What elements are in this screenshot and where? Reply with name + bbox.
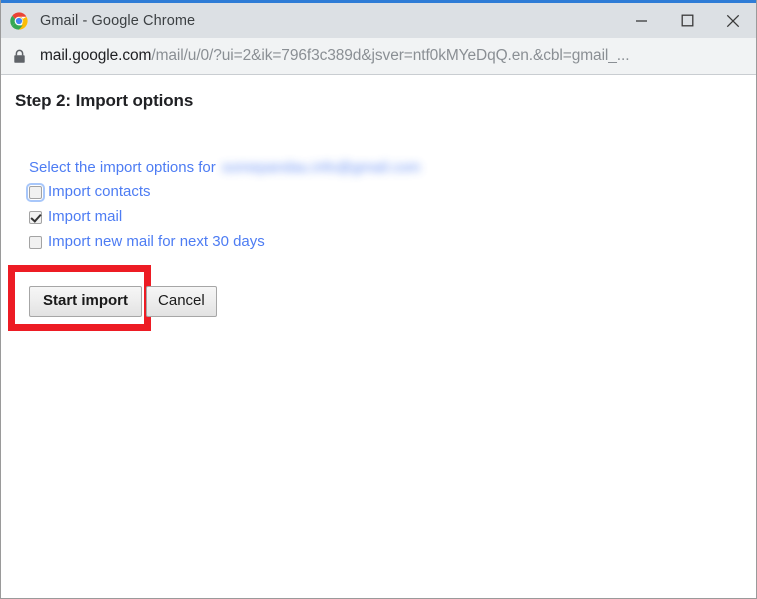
maximize-button[interactable] [664,3,710,38]
lock-icon[interactable] [11,47,27,65]
import-options-instruction: Select the import options for somepandau… [29,158,420,178]
url-host: mail.google.com [40,47,152,64]
start-import-button[interactable]: Start import [29,286,143,317]
url-path: /mail/u/0/?ui=2&ik=796f3c389d&jsver=ntf0… [151,47,630,64]
option-row-import-contacts[interactable]: Import contacts [26,181,420,203]
minimize-button[interactable] [618,3,664,38]
label-import-contacts[interactable]: Import contacts [48,183,151,201]
account-email-redacted: somepandau.info@gmail.com [221,159,421,176]
close-button[interactable] [710,3,756,38]
checkbox-import-new-mail[interactable] [29,235,42,249]
checkbox-import-mail[interactable] [29,210,42,224]
option-row-import-mail[interactable]: Import mail [29,206,420,228]
window-title: Gmail - Google Chrome [40,12,196,29]
page-title: Step 2: Import options [15,91,194,110]
action-button-row: Start import Cancel [29,286,217,317]
window-titlebar[interactable]: Gmail - Google Chrome [1,3,756,38]
label-import-new-mail[interactable]: Import new mail for next 30 days [48,233,265,251]
browser-window: Gmail - Google Chrome mail.google.com/ma… [0,0,757,599]
window-controls [618,3,756,38]
cancel-button[interactable]: Cancel [146,286,217,317]
browser-toolbar: mail.google.com/mail/u/0/?ui=2&ik=796f3c… [1,38,756,75]
address-bar-url[interactable]: mail.google.com/mail/u/0/?ui=2&ik=796f3c… [40,47,629,65]
page-content: Step 2: Import options Select the import… [1,75,756,598]
option-row-import-new-mail[interactable]: Import new mail for next 30 days [29,231,420,253]
instruction-text: Select the import options for [29,159,216,176]
checkbox-import-contacts[interactable] [26,182,45,202]
import-options-block: Select the import options for somepandau… [26,158,420,253]
label-import-mail[interactable]: Import mail [48,208,122,226]
chrome-logo-icon [10,11,28,30]
